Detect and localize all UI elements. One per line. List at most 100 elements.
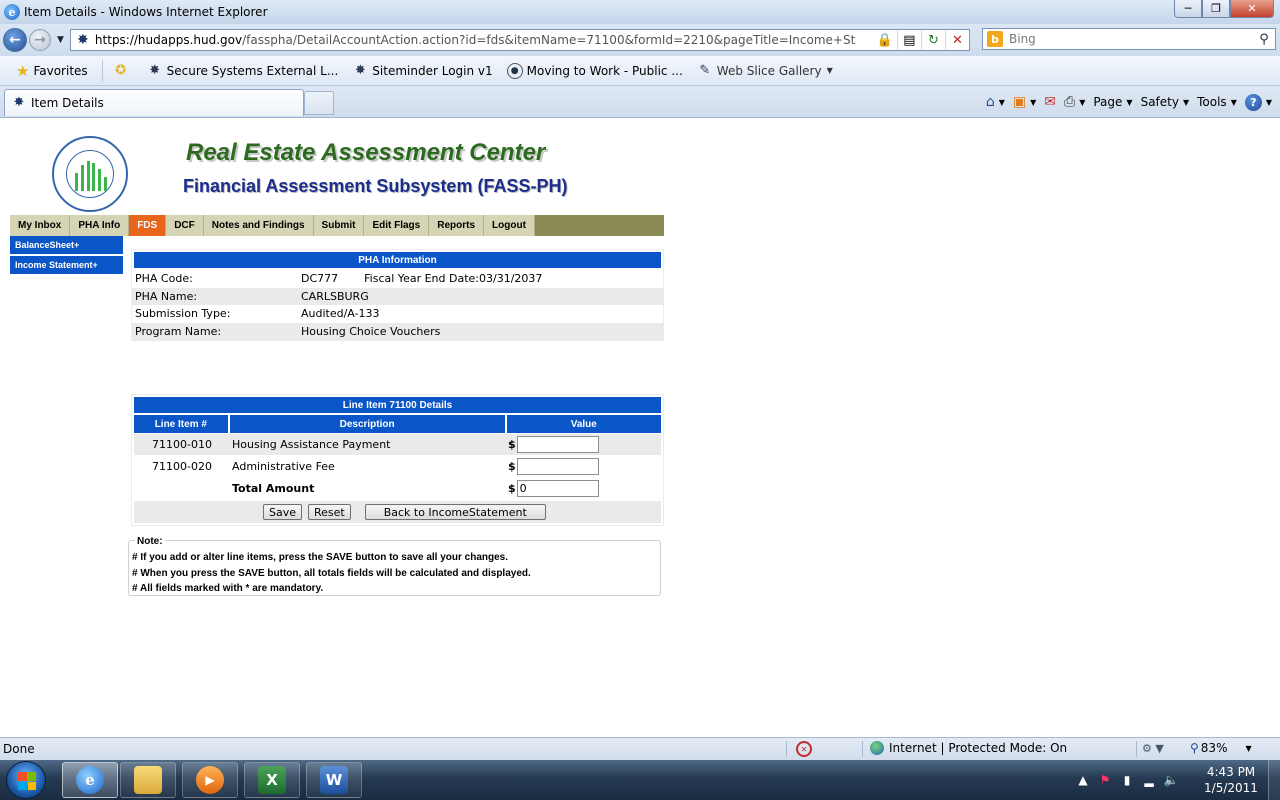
taskbar-media-player[interactable]: ▶ [182,762,238,798]
safety-menu[interactable]: Safety ▼ [1141,95,1190,109]
feeds-button[interactable]: ▣ ▼ [1013,94,1036,110]
tab-item-details[interactable]: ✸ Item Details [4,89,304,116]
system-tray: ▲ ⚑ ▮ ▂ 🔈 [1072,760,1182,800]
back-button[interactable]: ← [3,28,27,52]
nav-notes-and-findings[interactable]: Notes and Findings [203,215,314,236]
maximize-button[interactable]: ❐ [1202,0,1230,18]
nav-edit-flags[interactable]: Edit Flags [364,215,430,236]
clock-time: 4:43 PM [1206,765,1256,779]
chevron-down-icon: ▼ [998,97,1005,107]
chevron-down-icon: ▼ [826,66,833,75]
close-button[interactable]: ✕ [1230,0,1274,18]
nav-logout[interactable]: Logout [484,215,535,236]
power-icon[interactable]: ▮ [1116,773,1138,787]
favorite-link-siteminder[interactable]: ✸ Siteminder Login v1 [352,63,493,79]
fiscal-year-end-value: 03/31/2037 [479,272,543,286]
line-item-actions: Save Reset Back to IncomeStatement [134,501,661,523]
stop-icon[interactable]: ✕ [944,30,969,50]
pha-information-header: PHA Information [134,252,661,268]
web-slice-icon: ✎ [699,63,711,78]
page-menu[interactable]: Page ▼ [1093,95,1132,109]
taskbar-internet-explorer[interactable]: e [62,762,118,798]
line-item-details-panel: Line Item 71100 Details Line Item # Desc… [131,394,664,526]
currency-symbol: $ [508,438,516,451]
note-line: # When you press the SAVE button, all to… [132,567,531,579]
media-player-icon: ▶ [196,766,224,794]
recent-pages-dropdown-icon[interactable]: ▼ [57,35,64,45]
taskbar-windows-explorer[interactable] [120,762,176,798]
nav-submit[interactable]: Submit [313,215,365,236]
favorites-button[interactable]: ★ Favorites [16,62,88,80]
address-toolbar: ← → ▼ ✸ https://hudapps.hud.gov/fasspha/… [0,24,1280,56]
nav-fds[interactable]: FDS [129,215,167,236]
nav-pha-info[interactable]: PHA Info [70,215,130,236]
padlock-icon[interactable]: 🔒 [873,30,897,50]
popup-blocked-icon[interactable]: ✕ [796,741,812,757]
network-signal-icon[interactable]: ▂ [1138,773,1160,787]
administrative-fee-input[interactable] [516,458,599,475]
column-header-description: Description [229,415,505,433]
favorite-link-secure-systems[interactable]: ✸ Secure Systems External L... [147,63,338,79]
internet-globe-icon [870,741,884,755]
hud-seal-logo [52,136,128,212]
read-mail-button[interactable]: ✉ [1044,94,1056,110]
total-amount-row: Total Amount $ [134,478,661,499]
home-button[interactable]: ⌂ ▼ [986,94,1005,110]
currency-symbol: $ [508,460,516,473]
nav-dcf[interactable]: DCF [166,215,204,236]
volume-icon[interactable]: 🔈 [1160,773,1182,787]
vertical-scrollbar[interactable] [1270,119,1280,737]
site-favicon-icon: ✸ [77,32,89,48]
left-nav-balance-sheet[interactable]: BalanceSheet+ [10,236,123,254]
left-nav-income-statement[interactable]: Income Statement+ [10,256,123,274]
pha-name-label: PHA Name: [135,289,198,303]
pha-information-panel: PHA Information PHA Code: DC777 Fiscal Ye… [131,249,664,341]
housing-assistance-payment-input[interactable] [516,436,599,453]
line-item-description: Housing Assistance Payment [232,438,391,451]
url-text[interactable]: https://hudapps.hud.gov/fasspha/DetailAc… [95,33,855,47]
program-name-value: Housing Choice Vouchers [301,324,441,338]
show-desktop-button[interactable] [1268,760,1280,800]
taskbar-word[interactable]: W [306,762,362,798]
favorite-link-moving-to-work[interactable]: ● Moving to Work - Public ... [506,62,683,79]
help-menu[interactable]: ? ▼ [1244,93,1272,111]
reset-button[interactable]: Reset [308,504,351,520]
note-line: # If you add or alter line items, press … [132,552,509,563]
refresh-icon[interactable]: ↻ [920,30,945,50]
save-button[interactable]: Save [263,504,303,520]
taskbar-clock[interactable]: 4:43 PM 1/5/2011 [1196,764,1266,796]
back-to-income-statement-button[interactable]: Back to IncomeStatement [364,504,546,520]
start-button[interactable] [6,761,46,799]
new-tab-button[interactable] [304,91,334,115]
search-box[interactable]: b Bing ⚲ [982,28,1276,50]
windows-logo-icon [18,772,36,790]
note-legend: Note: [135,536,165,547]
compatibility-view-icon[interactable]: ▤ [896,30,921,50]
action-center-flag-icon[interactable]: ⚑ [1094,773,1116,787]
chevron-down-icon: ▼ [1245,743,1252,753]
zoom-level[interactable]: ⚲ 83% ▼ [1190,741,1252,755]
chevron-down-icon: ▼ [1126,97,1133,107]
show-hidden-icons-icon[interactable]: ▲ [1072,773,1094,787]
column-header-line-item: Line Item # [134,415,228,433]
forward-button[interactable]: → [29,29,51,51]
search-icon[interactable]: ⚲ [1253,32,1275,47]
add-to-favorites-bar-button[interactable]: ✪ [113,63,133,79]
nav-my-inbox[interactable]: My Inbox [10,215,71,236]
tab-label: Item Details [31,96,104,110]
address-bar[interactable]: ✸ https://hudapps.hud.gov/fasspha/Detail… [69,29,970,51]
submission-type-row: Submission Type: Audited/A-133 [132,305,663,323]
print-button[interactable]: ⎙ ▼ [1064,94,1085,110]
protected-mode-icon[interactable]: ⚙ ▼ [1142,742,1164,755]
security-zone[interactable]: Internet | Protected Mode: On [870,741,1067,755]
nav-reports[interactable]: Reports [429,215,485,236]
pha-code-row: PHA Code: DC777 Fiscal Year End Date:03/3… [132,270,663,288]
total-amount-input[interactable] [516,480,599,497]
tools-menu[interactable]: Tools ▼ [1197,95,1237,109]
address-bar-tools: 🔒 ▤ ↻ ✕ [873,30,969,50]
minimize-button[interactable]: ─ [1174,0,1202,18]
window-title-bar: e Item Details - Windows Internet Explor… [0,0,1280,24]
mail-icon: ✉ [1044,94,1056,110]
favorite-web-slice-gallery[interactable]: ✎ Web Slice Gallery ▼ [697,63,833,79]
taskbar-excel[interactable]: X [244,762,300,798]
